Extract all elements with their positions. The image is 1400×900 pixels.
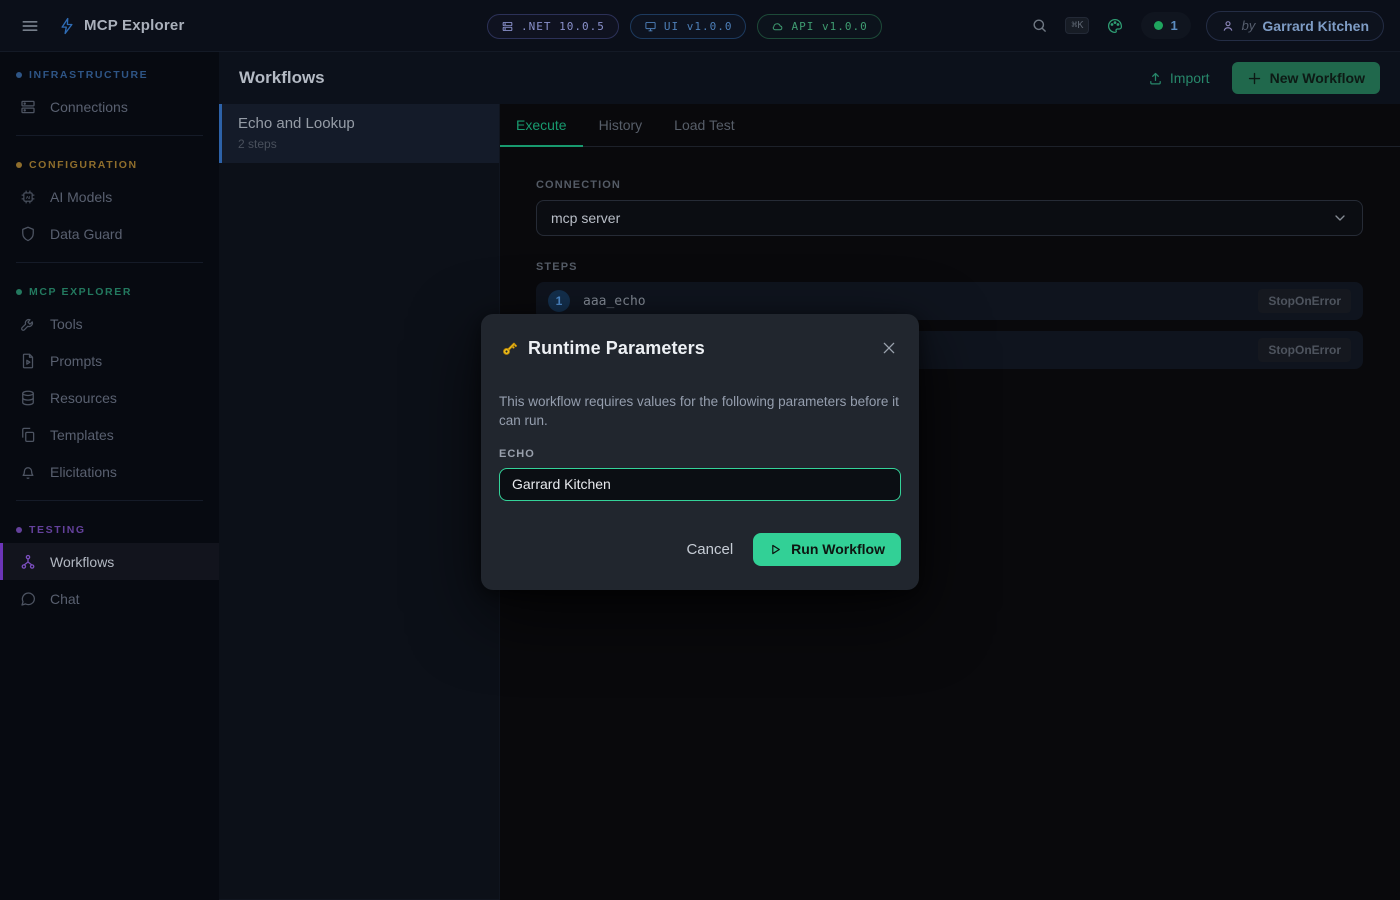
echo-input[interactable] <box>499 468 901 501</box>
cancel-button[interactable]: Cancel <box>686 541 733 558</box>
modal-description: This workflow requires values for the fo… <box>499 393 899 431</box>
modal-title: Runtime Parameters <box>528 338 705 359</box>
echo-field-label: ECHO <box>499 448 901 460</box>
runtime-parameters-modal: Runtime Parameters This workflow require… <box>481 314 919 590</box>
play-icon <box>769 543 782 556</box>
close-icon[interactable] <box>877 336 901 360</box>
key-icon <box>499 338 520 359</box>
run-workflow-button[interactable]: Run Workflow <box>753 533 901 566</box>
